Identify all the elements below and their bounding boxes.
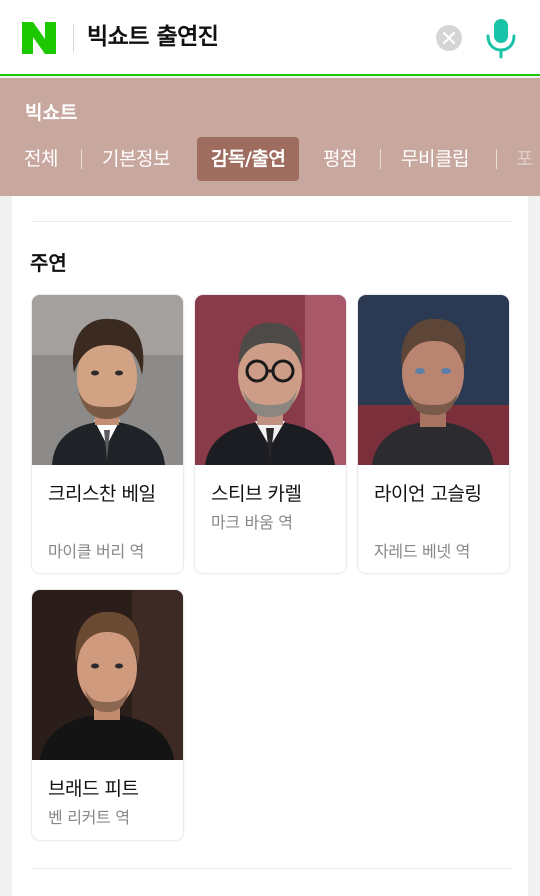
actor-name: 크리스찬 베일: [48, 483, 156, 505]
actor-card-ryan-gosling[interactable]: 라이언 고슬링 자레드 베넷 역: [358, 295, 509, 573]
actor-role: 벤 리커트 역: [48, 808, 130, 827]
tab-rating[interactable]: 평점: [323, 137, 357, 181]
tab-separator: [496, 149, 497, 169]
actor-card-steve-carell[interactable]: 스티브 카렐 마크 바움 역: [195, 295, 346, 573]
tab-separator: [380, 149, 381, 169]
actor-role: 자레드 베넷 역: [374, 542, 471, 561]
search-query[interactable]: 빅쇼트 출연진: [87, 20, 219, 54]
movie-title[interactable]: 빅쇼트: [25, 98, 77, 125]
tab-more[interactable]: 포: [516, 137, 533, 181]
tab-director-cast[interactable]: 감독/출연: [197, 137, 300, 181]
actor-photo: [32, 590, 183, 760]
voice-search-button[interactable]: [484, 17, 518, 59]
actor-photo: [195, 295, 346, 465]
actor-name: 스티브 카렐: [211, 483, 302, 505]
tab-movie-clip[interactable]: 무비클립: [401, 137, 469, 181]
microphone-icon: [486, 19, 516, 59]
naver-logo[interactable]: [22, 22, 56, 54]
actor-card-christian-bale[interactable]: 크리스찬 베일 마이클 버리 역: [32, 295, 183, 573]
tab-separator: [81, 149, 82, 169]
divider: [32, 868, 512, 869]
actor-photo: [358, 295, 509, 465]
divider: [73, 24, 74, 52]
close-icon: [443, 32, 455, 44]
tab-all[interactable]: 전체: [24, 137, 58, 181]
divider: [32, 221, 512, 222]
actor-role: 마크 바움 역: [211, 513, 293, 532]
clear-search-button[interactable]: [436, 25, 462, 51]
actor-role: 마이클 버리 역: [48, 542, 145, 561]
search-header: 빅쇼트 출연진: [0, 0, 540, 76]
tab-basic-info[interactable]: 기본정보: [102, 137, 170, 181]
actor-card-brad-pitt[interactable]: 브래드 피트 벤 리커트 역: [32, 590, 183, 840]
lead-cast-heading: 주연: [30, 251, 67, 275]
actor-photo: [32, 295, 183, 465]
actor-name: 라이언 고슬링: [374, 483, 482, 505]
actor-name: 브래드 피트: [48, 778, 139, 800]
